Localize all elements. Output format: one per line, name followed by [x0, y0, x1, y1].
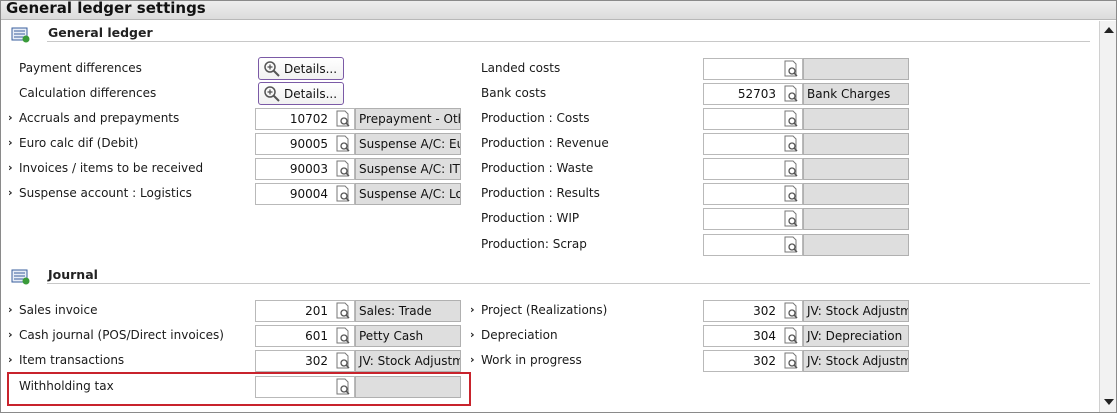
- document-search-icon[interactable]: [782, 160, 800, 178]
- details-button-label: Details...: [284, 61, 338, 76]
- section-divider: [47, 283, 1090, 284]
- scroll-up-icon[interactable]: [1104, 27, 1114, 33]
- item-transactions-description: JV: Stock Adjustme: [355, 350, 461, 372]
- document-search-icon[interactable]: [334, 185, 352, 203]
- chevron-right-icon[interactable]: ›: [470, 303, 475, 316]
- details-button-label: Details...: [284, 86, 338, 101]
- suspense-logistics-description: Suspense A/C: Logi: [355, 183, 461, 205]
- cash-journal-description: Petty Cash: [355, 325, 461, 347]
- scroll-down-icon[interactable]: [1104, 399, 1114, 405]
- label-euro-calc-dif: Euro calc dif (Debit): [19, 136, 139, 150]
- production-results-description: [803, 183, 909, 205]
- production-wip-description: [803, 208, 909, 230]
- production-revenue-description: [803, 133, 909, 155]
- title-bar: General ledger settings: [1, 0, 1116, 20]
- chevron-right-icon[interactable]: ›: [8, 161, 13, 174]
- chevron-right-icon[interactable]: ›: [8, 136, 13, 149]
- chevron-right-icon[interactable]: ›: [8, 353, 13, 366]
- document-search-icon[interactable]: [334, 160, 352, 178]
- section-journal: Journal: [1, 265, 1096, 289]
- zoom-in-icon: [264, 60, 280, 77]
- label-suspense-logistics: Suspense account : Logistics: [19, 186, 192, 200]
- document-search-icon[interactable]: [782, 210, 800, 228]
- project-realizations-description: JV: Stock Adjustme: [803, 300, 909, 322]
- section-title: General ledger: [48, 25, 153, 40]
- work-in-progress-description: JV: Stock Adjustme: [803, 350, 909, 372]
- production-waste-description: [803, 158, 909, 180]
- label-invoices-items: Invoices / items to be received: [19, 161, 204, 175]
- ledger-book-icon: [11, 269, 30, 285]
- withholding-tax-highlight: [7, 372, 471, 406]
- label-item-transactions: Item transactions: [19, 353, 125, 367]
- section-general-ledger: General ledger: [1, 23, 1096, 47]
- landed-costs-description: [803, 58, 909, 80]
- window-title: General ledger settings: [6, 0, 206, 17]
- zoom-in-icon: [264, 85, 280, 102]
- invoices-description: Suspense A/C: ITR: [355, 158, 461, 180]
- document-search-icon[interactable]: [334, 327, 352, 345]
- chevron-right-icon[interactable]: ›: [470, 328, 475, 341]
- document-search-icon[interactable]: [782, 352, 800, 370]
- chevron-right-icon[interactable]: ›: [8, 328, 13, 341]
- section-divider: [47, 41, 1090, 42]
- bank-costs-description: Bank Charges: [803, 83, 909, 105]
- depreciation-description: JV: Depreciation: [803, 325, 909, 347]
- label-production-revenue: Production : Revenue: [481, 136, 609, 150]
- label-production-scrap: Production: Scrap: [481, 237, 587, 251]
- production-costs-description: [803, 108, 909, 130]
- label-landed-costs: Landed costs: [481, 61, 561, 75]
- document-search-icon[interactable]: [334, 352, 352, 370]
- label-production-costs: Production : Costs: [481, 111, 590, 125]
- ledger-book-icon: [11, 27, 30, 43]
- document-search-icon[interactable]: [782, 185, 800, 203]
- euro-calc-description: Suspense A/C: Euro: [355, 133, 461, 155]
- label-work-in-progress: Work in progress: [481, 353, 582, 367]
- label-project-realizations: Project (Realizations): [481, 303, 608, 317]
- document-search-icon[interactable]: [782, 236, 800, 254]
- label-production-waste: Production : Waste: [481, 161, 594, 175]
- label-production-wip: Production : WIP: [481, 211, 580, 225]
- gl-settings-window: General ledger settings General ledger P…: [0, 0, 1117, 413]
- label-accruals-prepayments: Accruals and prepayments: [19, 111, 180, 125]
- document-search-icon[interactable]: [782, 110, 800, 128]
- payment-differences-details-button[interactable]: Details...: [258, 57, 344, 80]
- chevron-right-icon[interactable]: ›: [8, 111, 13, 124]
- calculation-differences-details-button[interactable]: Details...: [258, 82, 344, 105]
- document-search-icon[interactable]: [782, 302, 800, 320]
- label-payment-differences: Payment differences: [19, 61, 142, 75]
- label-depreciation: Depreciation: [481, 328, 558, 342]
- document-search-icon[interactable]: [334, 135, 352, 153]
- production-scrap-description: [803, 234, 909, 256]
- label-bank-costs: Bank costs: [481, 86, 547, 100]
- label-production-results: Production : Results: [481, 186, 600, 200]
- label-calculation-differences: Calculation differences: [19, 86, 157, 100]
- document-search-icon[interactable]: [334, 110, 352, 128]
- vertical-scrollbar[interactable]: [1099, 21, 1116, 412]
- document-search-icon[interactable]: [782, 85, 800, 103]
- document-search-icon[interactable]: [334, 302, 352, 320]
- section-title: Journal: [48, 267, 98, 282]
- chevron-right-icon[interactable]: ›: [470, 353, 475, 366]
- chevron-right-icon[interactable]: ›: [8, 186, 13, 199]
- sales-invoice-description: Sales: Trade: [355, 300, 461, 322]
- chevron-right-icon[interactable]: ›: [8, 303, 13, 316]
- label-cash-journal: Cash journal (POS/Direct invoices): [19, 328, 224, 342]
- label-sales-invoice: Sales invoice: [19, 303, 98, 317]
- accruals-description: Prepayment - Othe: [355, 108, 461, 130]
- document-search-icon[interactable]: [782, 135, 800, 153]
- document-search-icon[interactable]: [782, 60, 800, 78]
- document-search-icon[interactable]: [782, 327, 800, 345]
